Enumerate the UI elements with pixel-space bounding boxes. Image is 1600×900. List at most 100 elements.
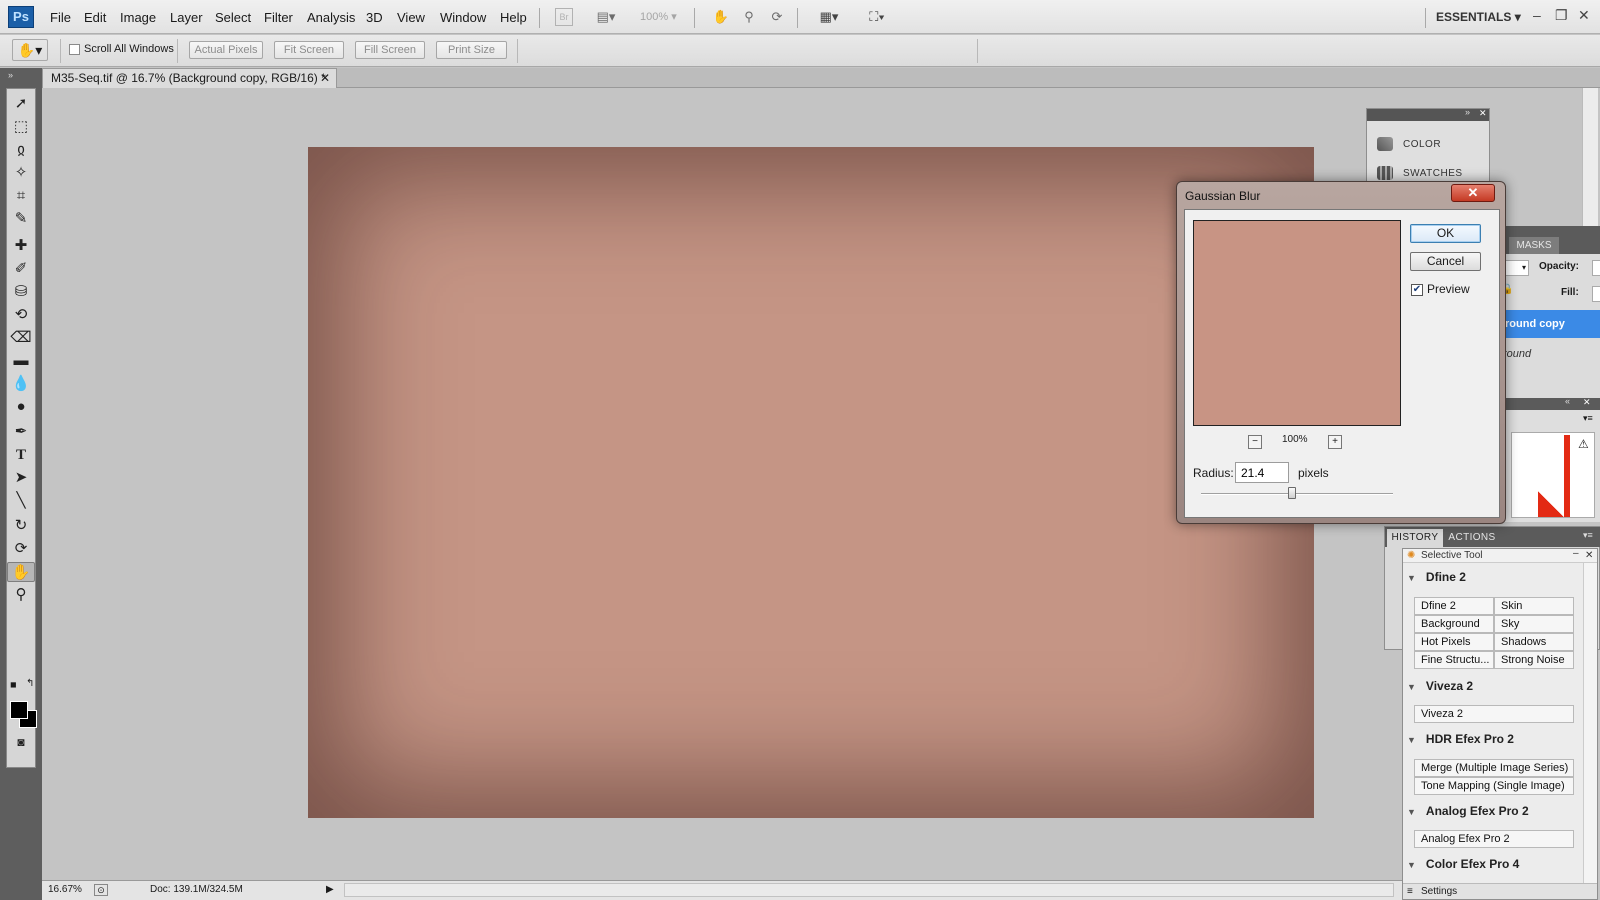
fit-screen-button[interactable]: Fit Screen — [274, 41, 344, 59]
status-info-icon[interactable]: ⊙ — [94, 884, 108, 896]
collapse-panel-icon[interactable]: « — [1565, 396, 1570, 406]
restore-button[interactable]: ❐ — [1555, 7, 1568, 24]
fill-field[interactable] — [1592, 286, 1600, 302]
close-panel-icon[interactable]: ✕ — [1583, 397, 1591, 408]
print-size-button[interactable]: Print Size — [436, 41, 507, 59]
crop-tool-icon[interactable]: ⌗ — [7, 186, 35, 206]
tab-actions[interactable]: ACTIONS — [1445, 529, 1499, 547]
menu-3d[interactable]: 3D — [366, 10, 383, 25]
scroll-all-windows-checkbox[interactable] — [69, 44, 80, 55]
menu-edit[interactable]: Edit — [84, 10, 106, 25]
swatches-panel-label[interactable]: SWATCHES — [1403, 168, 1463, 179]
hot-pixels-button[interactable]: Hot Pixels — [1414, 633, 1494, 651]
vertical-scrollbar[interactable] — [1582, 88, 1598, 228]
radius-slider-thumb[interactable] — [1288, 487, 1296, 499]
rotate-view-icon[interactable]: ⟳ — [768, 8, 786, 26]
swap-colors-icon[interactable]: ↰ — [26, 678, 34, 689]
close-window-button[interactable]: ✕ — [1578, 7, 1590, 24]
warning-icon[interactable]: ⚠ — [1578, 437, 1589, 451]
preview-checkbox[interactable]: ✔ — [1411, 284, 1423, 296]
dialog-close-button[interactable]: ✕ — [1451, 184, 1495, 202]
color-panel-icon[interactable] — [1377, 137, 1393, 151]
3d-orbit-icon[interactable]: ⟳ — [7, 539, 35, 559]
swatches-panel-icon[interactable] — [1377, 166, 1393, 180]
background-button[interactable]: Background — [1414, 615, 1494, 633]
menu-layer[interactable]: Layer — [170, 10, 203, 25]
merge-button[interactable]: Merge (Multiple Image Series) — [1414, 759, 1574, 777]
3d-rotate-icon[interactable]: ↻ — [7, 516, 35, 536]
tab-history[interactable]: HISTORY — [1387, 529, 1443, 547]
brush-tool-icon[interactable]: ✐ — [7, 259, 35, 279]
menu-select[interactable]: Select — [215, 10, 251, 25]
fine-structure-button[interactable]: Fine Structu... — [1414, 651, 1494, 669]
zoom-level-display[interactable]: 100% ▾ — [640, 10, 677, 23]
minimize-panel-icon[interactable]: – — [1573, 547, 1579, 561]
magic-wand-icon[interactable]: ✧ — [7, 163, 35, 183]
close-tab-icon[interactable]: ✕ — [320, 69, 330, 87]
screen-layout-button[interactable]: ▤▾ — [590, 8, 622, 26]
arrange-documents-button[interactable]: ▦▾ — [812, 8, 846, 26]
settings-footer[interactable]: ≡ Settings — [1403, 883, 1597, 899]
workspace-switcher[interactable]: ESSENTIALS ▾ — [1436, 10, 1521, 24]
menu-file[interactable]: File — [50, 10, 71, 25]
panel-menu-icon[interactable]: ▾≡ — [1583, 530, 1593, 541]
color-panel-label[interactable]: COLOR — [1403, 139, 1441, 150]
menu-image[interactable]: Image — [120, 10, 156, 25]
skin-button[interactable]: Skin — [1494, 597, 1574, 615]
viveza-button[interactable]: Viveza 2 — [1414, 705, 1574, 723]
group-hdr-efex[interactable]: ▼ HDR Efex Pro 2 — [1407, 732, 1514, 746]
analog-efex-button[interactable]: Analog Efex Pro 2 — [1414, 830, 1574, 848]
screen-mode-button[interactable]: ⛶▾ — [860, 8, 894, 26]
fill-screen-button[interactable]: Fill Screen — [355, 41, 425, 59]
radius-input[interactable] — [1235, 462, 1289, 483]
layer-row-background[interactable]: round — [1499, 340, 1600, 368]
group-viveza[interactable]: ▼ Viveza 2 — [1407, 679, 1473, 693]
selective-scrollbar[interactable] — [1583, 563, 1597, 883]
opacity-field[interactable] — [1592, 260, 1600, 276]
zoom-status[interactable]: 16.67% — [48, 881, 82, 899]
dfine-button[interactable]: Dfine 2 — [1414, 597, 1494, 615]
document-canvas[interactable] — [308, 147, 1314, 818]
blur-preview[interactable] — [1193, 220, 1401, 426]
menu-help[interactable]: Help — [500, 10, 527, 25]
shadows-button[interactable]: Shadows — [1494, 633, 1574, 651]
radius-slider-track[interactable] — [1201, 493, 1393, 495]
hand-tool-icon[interactable]: ✋ — [7, 562, 35, 582]
collapse-toolbox-icon[interactable]: » — [8, 70, 13, 80]
bridge-button[interactable]: Br — [555, 8, 573, 26]
group-color-efex[interactable]: ▼ Color Efex Pro 4 — [1407, 857, 1519, 871]
minimize-button[interactable]: – — [1533, 7, 1541, 23]
expand-panel-icon[interactable]: » — [1465, 107, 1470, 117]
path-selection-icon[interactable]: ➤ — [7, 468, 35, 488]
layer-row-background-copy[interactable]: round copy — [1499, 310, 1600, 338]
zoom-tool-icon[interactable]: ⚲ — [7, 585, 35, 605]
healing-brush-icon[interactable]: ✚ — [7, 236, 35, 256]
clone-stamp-icon[interactable]: ⛁ — [7, 282, 35, 302]
tone-mapping-button[interactable]: Tone Mapping (Single Image) — [1414, 777, 1574, 795]
lasso-tool-icon[interactable]: ჲ — [7, 140, 35, 160]
foreground-color-swatch[interactable] — [10, 701, 28, 719]
eyedropper-icon[interactable]: ✎ — [7, 209, 35, 229]
line-tool-icon[interactable]: ╲ — [7, 491, 35, 511]
zoom-out-button[interactable]: − — [1248, 435, 1262, 449]
blur-tool-icon[interactable]: 💧 — [7, 374, 35, 394]
quick-mask-icon[interactable]: ◙ — [7, 732, 35, 752]
hand-icon[interactable]: ✋ — [712, 8, 730, 26]
pen-tool-icon[interactable]: ✒ — [7, 422, 35, 442]
ok-button[interactable]: OK — [1410, 224, 1481, 243]
panel-menu-icon[interactable]: ▾≡ — [1583, 413, 1593, 424]
close-panel-icon[interactable]: ✕ — [1479, 108, 1487, 119]
menu-view[interactable]: View — [397, 10, 425, 25]
menu-filter[interactable]: Filter — [264, 10, 293, 25]
history-brush-icon[interactable]: ⟲ — [7, 305, 35, 325]
menu-analysis[interactable]: Analysis — [307, 10, 355, 25]
dodge-tool-icon[interactable]: ● — [7, 397, 35, 417]
sky-button[interactable]: Sky — [1494, 615, 1574, 633]
group-analog-efex[interactable]: ▼ Analog Efex Pro 2 — [1407, 804, 1529, 818]
gradient-tool-icon[interactable]: ▬ — [7, 351, 35, 371]
zoom-in-button[interactable]: + — [1328, 435, 1342, 449]
strong-noise-button[interactable]: Strong Noise — [1494, 651, 1574, 669]
group-dfine[interactable]: ▼ Dfine 2 — [1407, 570, 1466, 584]
default-colors-icon[interactable]: ◼ — [10, 680, 17, 689]
tab-masks[interactable]: MASKS — [1509, 237, 1559, 254]
